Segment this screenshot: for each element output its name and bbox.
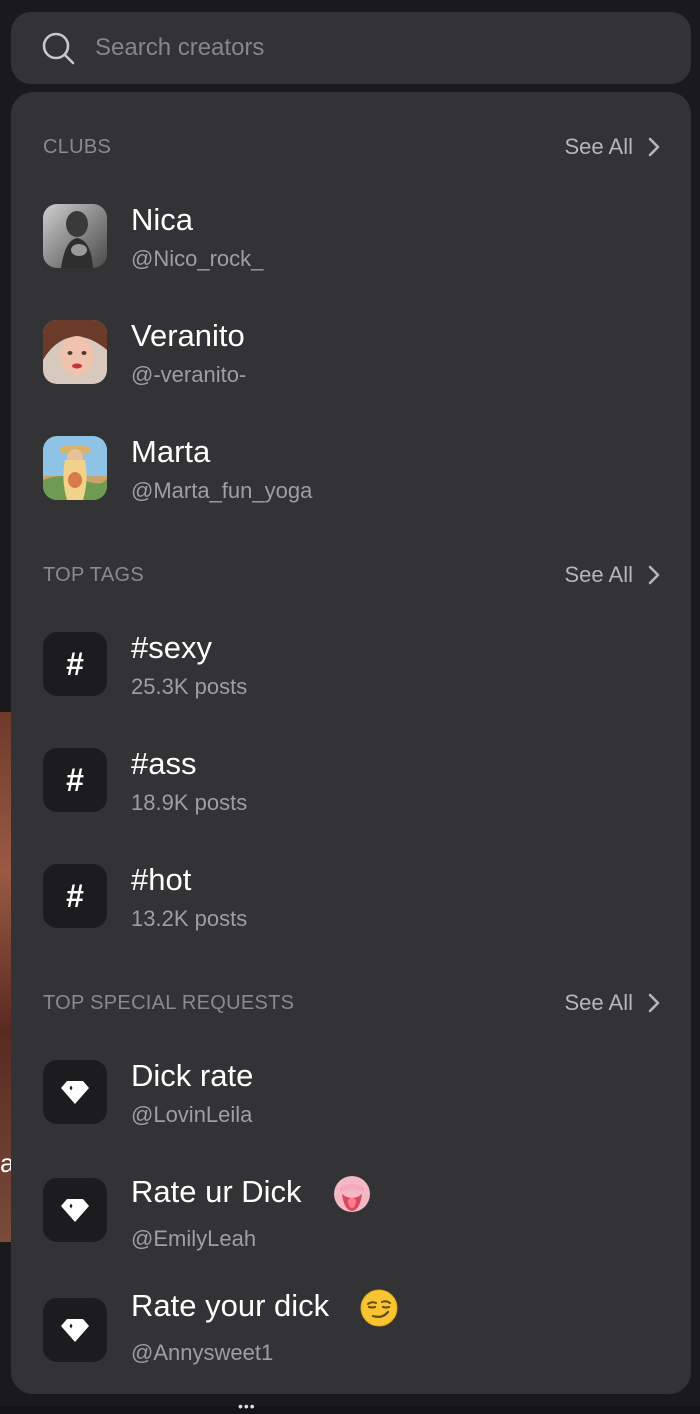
request-title: Rate ur Dick (131, 1174, 302, 1210)
tag-row-hot[interactable]: # #hot 13.2K posts (43, 862, 663, 931)
tag-name: #hot (131, 862, 192, 897)
smirking-face-emoji (360, 1289, 398, 1327)
clubs-section-title: CLUBS (43, 136, 112, 158)
club-handle: @Nico_rock_ (131, 246, 264, 271)
requests-section-header: TOP SPECIAL REQUESTS See All (43, 990, 664, 1022)
tag-post-count: 18.9K posts (131, 790, 248, 815)
request-creator-handle: @LovinLeila (131, 1102, 253, 1127)
avatar (43, 204, 107, 268)
see-all-label: See All (564, 990, 634, 1015)
diamond-sparkle-icon (43, 1298, 107, 1362)
chevron-right-icon (648, 993, 660, 1013)
request-creator-handle: @EmilyLeah (131, 1226, 257, 1251)
tags-section-title: TOP TAGS (43, 564, 144, 586)
club-row-veranito[interactable]: Veranito @-veranito- (43, 318, 663, 387)
tags-section-header: TOP TAGS See All (43, 562, 664, 594)
club-row-marta[interactable]: Marta @Marta_fun_yoga (43, 434, 663, 503)
clubs-see-all-button[interactable]: See All (565, 134, 664, 160)
request-title: Dick rate (131, 1058, 254, 1093)
request-row-rate-ur-dick[interactable]: Rate ur Dick @EmilyLeah (43, 1174, 663, 1251)
tag-name: #ass (131, 746, 197, 781)
tag-post-count: 25.3K posts (131, 674, 248, 699)
request-creator-handle: @Annysweet1 (131, 1340, 274, 1365)
requests-see-all-button[interactable]: See All (565, 990, 664, 1016)
tags-see-all-button[interactable]: See All (565, 562, 664, 588)
request-title-wrap: Rate your dick (131, 1288, 398, 1327)
tongue-out-face-emoji (334, 1176, 371, 1212)
avatar (43, 436, 107, 500)
club-name: Nica (131, 202, 194, 237)
see-all-label: See All (564, 134, 634, 159)
club-name: Veranito (131, 318, 245, 353)
search-results-panel: CLUBS See All Nica @Nico_rock_ Veranito … (11, 92, 691, 1394)
request-row-dick-rate[interactable]: Dick rate @LovinLeila (43, 1058, 663, 1127)
search-bar[interactable] (11, 12, 691, 84)
request-title: Rate your dick (131, 1288, 330, 1323)
club-name: Marta (131, 434, 211, 469)
requests-section-title: TOP SPECIAL REQUESTS (43, 992, 295, 1014)
see-all-label: See All (564, 562, 634, 587)
request-row-rate-your-dick[interactable]: Rate your dick @Annysweet1 (43, 1288, 663, 1365)
club-handle: @-veranito- (131, 362, 247, 387)
tag-post-count: 13.2K posts (131, 906, 248, 931)
club-row-nica[interactable]: Nica @Nico_rock_ (43, 202, 663, 271)
avatar (43, 320, 107, 384)
diamond-sparkle-icon (43, 1178, 107, 1242)
clubs-section-header: CLUBS See All (43, 134, 664, 166)
club-handle: @Marta_fun_yoga (131, 478, 313, 503)
search-input[interactable] (95, 30, 655, 66)
diamond-sparkle-icon (43, 1060, 107, 1124)
hashtag-icon: # (43, 748, 107, 812)
chevron-right-icon (648, 137, 660, 157)
chevron-right-icon (648, 565, 660, 585)
tag-name: #sexy (131, 630, 212, 665)
tag-row-sexy[interactable]: # #sexy 25.3K posts (43, 630, 663, 699)
search-icon (42, 32, 75, 65)
tag-row-ass[interactable]: # #ass 18.9K posts (43, 746, 663, 815)
background-dots: ••• (238, 1398, 256, 1414)
hashtag-icon: # (43, 864, 107, 928)
hashtag-icon: # (43, 632, 107, 696)
request-title-wrap: Rate ur Dick (131, 1174, 372, 1214)
